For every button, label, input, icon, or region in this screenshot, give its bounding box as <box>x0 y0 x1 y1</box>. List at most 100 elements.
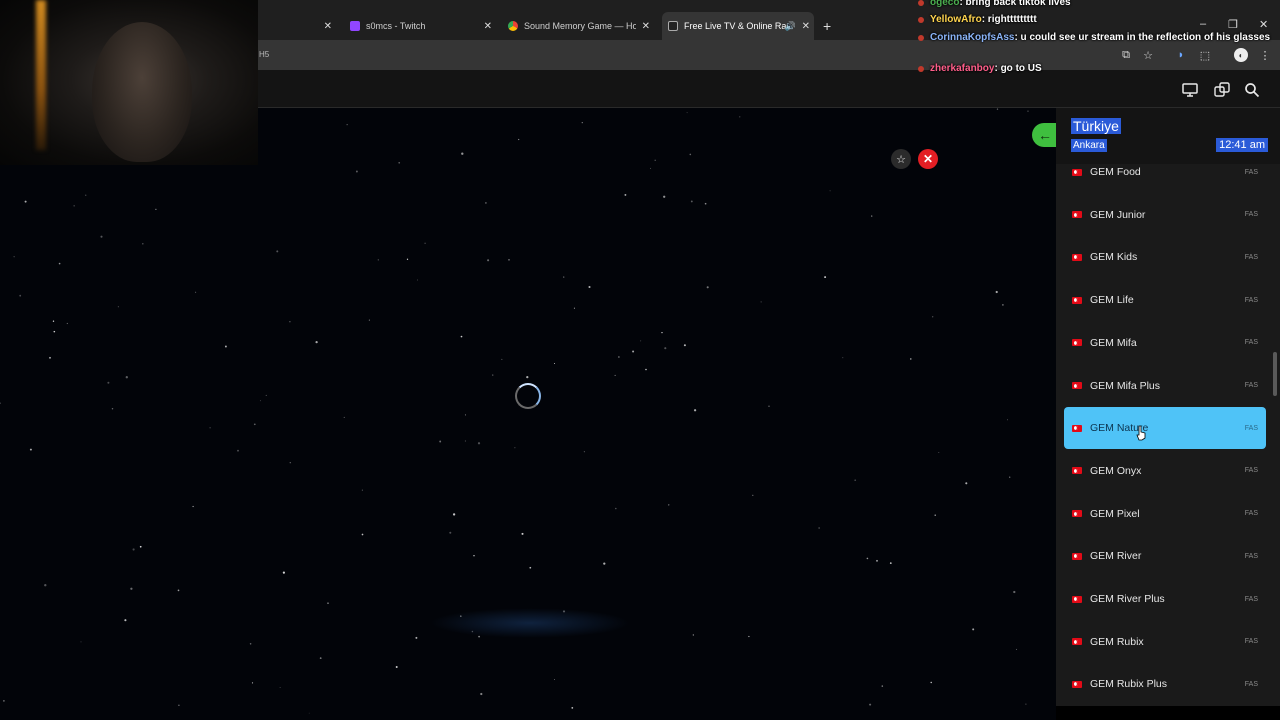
star <box>934 514 936 516</box>
lamp-light <box>36 0 46 150</box>
star <box>663 195 666 198</box>
tab-sound-memory-game[interactable]: Sound Memory Game — How G ✕ <box>504 12 654 40</box>
star <box>869 703 872 706</box>
station-item[interactable]: GEM Kids FAS <box>1064 236 1266 278</box>
stream-chat-overlay: ogeco : bring back tiktok lives YellowAfr… <box>918 0 1270 78</box>
loading-spinner-icon <box>515 383 541 409</box>
star <box>1007 419 1008 421</box>
station-item[interactable]: GEM Rubix Plus FAS <box>1064 663 1266 705</box>
close-window-button[interactable]: ✕ <box>1259 18 1268 31</box>
station-item[interactable]: GEM River Plus FAS <box>1064 578 1266 620</box>
star <box>251 682 254 684</box>
browser-menu-icon[interactable]: ⋮ <box>1258 48 1272 62</box>
star <box>871 215 873 217</box>
site-favicon-icon <box>668 21 678 31</box>
tab-close-icon[interactable]: ✕ <box>802 21 810 32</box>
station-item[interactable]: GEM Life FAS <box>1064 279 1266 321</box>
star <box>1013 590 1016 594</box>
station-list-scrollbar[interactable] <box>1273 352 1277 396</box>
star <box>692 634 694 636</box>
star <box>693 409 697 412</box>
chat-text: : bring back tiktok lives <box>959 0 1071 8</box>
star <box>464 440 466 442</box>
close-player-button[interactable]: ✕ <box>918 149 938 169</box>
station-item[interactable]: GEM Onyx FAS <box>1064 450 1266 492</box>
star <box>343 416 345 418</box>
star <box>107 381 110 384</box>
star <box>842 357 844 359</box>
star <box>132 548 135 551</box>
search-icon[interactable] <box>1243 81 1261 99</box>
star <box>583 451 585 453</box>
station-item[interactable]: GEM Mifa FAS <box>1064 322 1266 364</box>
tab-twitch-s0mcs[interactable]: s0mcs - Twitch ✕ <box>346 12 496 40</box>
star <box>668 504 670 506</box>
star <box>124 619 127 622</box>
streamer-head <box>92 22 192 162</box>
star <box>49 356 51 359</box>
tab-free-live-tv[interactable]: Free Live TV & Online Radio 🔊 ✕ <box>662 12 814 40</box>
chat-username[interactable]: zherkafanboy <box>930 63 994 74</box>
station-code: FAS <box>1244 638 1258 646</box>
station-name: GEM Onyx <box>1090 464 1142 477</box>
country-name[interactable]: Türkiye <box>1071 118 1121 134</box>
chat-username[interactable]: YellowAfro <box>930 14 982 25</box>
station-name: GEM Junior <box>1090 208 1146 221</box>
star <box>760 301 762 303</box>
star <box>473 555 475 557</box>
turkey-flag-icon <box>1072 467 1082 475</box>
star <box>588 285 591 289</box>
turkey-flag-icon <box>1072 552 1082 560</box>
back-arrow-button[interactable]: ← <box>1032 123 1056 147</box>
station-item[interactable]: GEM Pixel FAS <box>1064 493 1266 535</box>
star <box>706 286 709 289</box>
star <box>748 635 750 638</box>
tab-close-icon[interactable]: ✕ <box>484 21 492 32</box>
station-item[interactable]: GEM Junior FAS <box>1064 194 1266 236</box>
favorite-star-button[interactable]: ☆ <box>891 149 911 169</box>
star <box>526 375 529 379</box>
turkey-flag-icon <box>1072 382 1082 389</box>
station-name: GEM River Plus <box>1090 593 1165 605</box>
globe-horizon-glow <box>430 608 630 638</box>
star <box>938 452 940 453</box>
station-code: FAS <box>1244 595 1258 603</box>
station-code: FAS <box>1244 467 1258 475</box>
star <box>618 356 620 358</box>
star <box>24 200 27 203</box>
station-item[interactable]: GEM Mifa Plus FAS <box>1064 365 1266 407</box>
star <box>53 330 56 333</box>
chrome-favicon-icon <box>508 21 518 31</box>
star <box>177 589 180 592</box>
star <box>253 423 256 426</box>
star <box>464 414 466 416</box>
star <box>995 290 998 294</box>
station-item[interactable]: GEM Food FAS <box>1064 151 1266 193</box>
star <box>395 666 398 668</box>
tab-close-icon[interactable]: ✕ <box>324 21 332 32</box>
station-item[interactable]: GEM Nature FAS <box>1064 407 1266 450</box>
tab-twitch[interactable]: ✕ <box>258 12 336 40</box>
star <box>518 138 520 141</box>
chat-badge-icon <box>918 16 924 23</box>
audio-playing-icon[interactable]: 🔊 <box>785 21 796 32</box>
star <box>439 440 442 443</box>
star <box>279 687 281 689</box>
turkey-flag-icon <box>1072 168 1082 176</box>
tab-close-icon[interactable]: ✕ <box>642 21 650 32</box>
twitch-favicon-icon <box>350 21 360 31</box>
chat-username[interactable]: CorinnaKopfsAss <box>930 32 1014 43</box>
station-panel: Türkiye Ankara 12:41 am GEM Food FAS GEM J… <box>1056 108 1280 706</box>
new-tab-button[interactable]: + <box>823 18 831 34</box>
tv-display-icon[interactable] <box>1181 81 1199 99</box>
globe-stage[interactable]: ☆ ✕ ← <box>0 108 1056 720</box>
dice-shuffle-icon[interactable] <box>1213 81 1231 99</box>
star <box>645 368 647 371</box>
station-item[interactable]: GEM Rubix FAS <box>1064 621 1266 663</box>
star <box>910 358 912 360</box>
star <box>615 507 617 510</box>
station-item[interactable]: GEM River FAS <box>1064 535 1266 577</box>
chat-username[interactable]: ogeco <box>930 0 959 8</box>
station-code: FAS <box>1244 680 1258 688</box>
star <box>603 562 606 565</box>
